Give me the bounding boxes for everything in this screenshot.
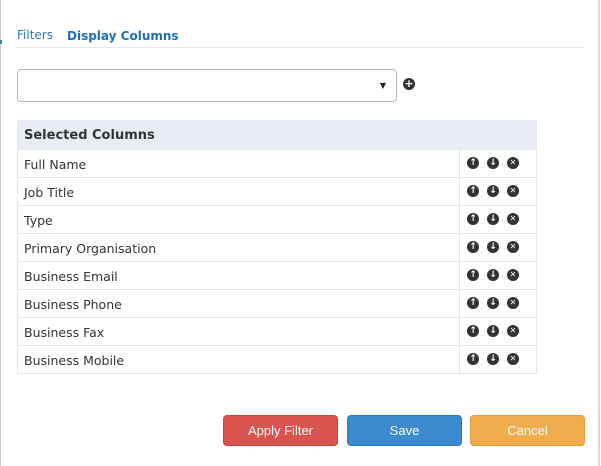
cell-divider: [459, 234, 460, 261]
arrow-up-circle-icon[interactable]: ↑: [467, 185, 479, 197]
row-actions: ↑ ↓ ✕: [467, 213, 527, 227]
dialog-left-border: [0, 0, 1, 466]
cell-divider: [459, 318, 460, 345]
row-actions: ↑ ↓ ✕: [467, 157, 527, 171]
x-circle-icon[interactable]: ✕: [507, 185, 519, 197]
row-actions: ↑ ↓ ✕: [467, 241, 527, 255]
cancel-button[interactable]: Cancel: [470, 415, 585, 446]
tab-bar: Filters Display Columns: [17, 26, 585, 48]
arrow-down-circle-icon[interactable]: ↓: [487, 157, 499, 169]
table-header: Selected Columns: [17, 120, 537, 150]
column-select[interactable]: ▼: [17, 69, 397, 102]
table-row: Primary Organisation ↑ ↓ ✕: [17, 234, 537, 262]
column-name: Business Mobile: [24, 353, 125, 368]
table-row: Job Title ↑ ↓ ✕: [17, 178, 537, 206]
x-circle-icon[interactable]: ✕: [507, 297, 519, 309]
apply-filter-button[interactable]: Apply Filter: [223, 415, 338, 446]
arrow-up-circle-icon[interactable]: ↑: [467, 297, 479, 309]
table-row: Business Mobile ↑ ↓ ✕: [17, 346, 537, 374]
tab-filters[interactable]: Filters: [17, 28, 53, 42]
arrow-down-circle-icon[interactable]: ↓: [487, 213, 499, 225]
cell-divider: [459, 290, 460, 317]
table-row: Business Email ↑ ↓ ✕: [17, 262, 537, 290]
x-circle-icon[interactable]: ✕: [507, 213, 519, 225]
table-row: Type ↑ ↓ ✕: [17, 206, 537, 234]
row-actions: ↑ ↓ ✕: [467, 185, 527, 199]
cell-divider: [459, 206, 460, 233]
column-name: Full Name: [24, 157, 87, 172]
column-name: Business Fax: [24, 325, 105, 340]
row-actions: ↑ ↓ ✕: [467, 269, 527, 283]
row-actions: ↑ ↓ ✕: [467, 325, 527, 339]
arrow-down-circle-icon[interactable]: ↓: [487, 353, 499, 365]
dialog-left-accent: [0, 40, 2, 44]
selected-columns-table: Selected Columns Full Name ↑ ↓ ✕ Job Title ↑ ↓…: [17, 120, 537, 374]
arrow-up-circle-icon[interactable]: ↑: [467, 325, 479, 337]
x-circle-icon[interactable]: ✕: [507, 269, 519, 281]
arrow-down-circle-icon[interactable]: ↓: [487, 241, 499, 253]
cell-divider: [459, 178, 460, 205]
row-actions: ↑ ↓ ✕: [467, 297, 527, 311]
x-circle-icon[interactable]: ✕: [507, 353, 519, 365]
cell-divider: [459, 346, 460, 373]
table-row: Full Name ↑ ↓ ✕: [17, 150, 537, 178]
x-circle-icon[interactable]: ✕: [507, 241, 519, 253]
x-circle-icon[interactable]: ✕: [507, 325, 519, 337]
column-name: Business Phone: [24, 297, 122, 312]
dialog-right-border: [598, 0, 600, 466]
arrow-down-circle-icon[interactable]: ↓: [487, 185, 499, 197]
column-name: Job Title: [24, 185, 75, 200]
plus-circle-icon[interactable]: +: [403, 78, 415, 90]
column-name: Type: [24, 213, 53, 228]
arrow-up-circle-icon[interactable]: ↑: [467, 269, 479, 281]
arrow-up-circle-icon[interactable]: ↑: [467, 241, 479, 253]
arrow-down-circle-icon[interactable]: ↓: [487, 269, 499, 281]
tab-display-columns[interactable]: Display Columns: [67, 29, 179, 43]
table-row: Business Fax ↑ ↓ ✕: [17, 318, 537, 346]
table-row: Business Phone ↑ ↓ ✕: [17, 290, 537, 318]
caret-down-icon: ▼: [379, 81, 386, 90]
column-name: Business Email: [24, 269, 118, 284]
arrow-up-circle-icon[interactable]: ↑: [467, 213, 479, 225]
arrow-up-circle-icon[interactable]: ↑: [467, 353, 479, 365]
save-button[interactable]: Save: [347, 415, 462, 446]
arrow-down-circle-icon[interactable]: ↓: [487, 297, 499, 309]
column-name: Primary Organisation: [24, 241, 157, 256]
cell-divider: [459, 262, 460, 289]
row-actions: ↑ ↓ ✕: [467, 353, 527, 367]
arrow-up-circle-icon[interactable]: ↑: [467, 157, 479, 169]
x-circle-icon[interactable]: ✕: [507, 157, 519, 169]
cell-divider: [459, 150, 460, 177]
arrow-down-circle-icon[interactable]: ↓: [487, 325, 499, 337]
